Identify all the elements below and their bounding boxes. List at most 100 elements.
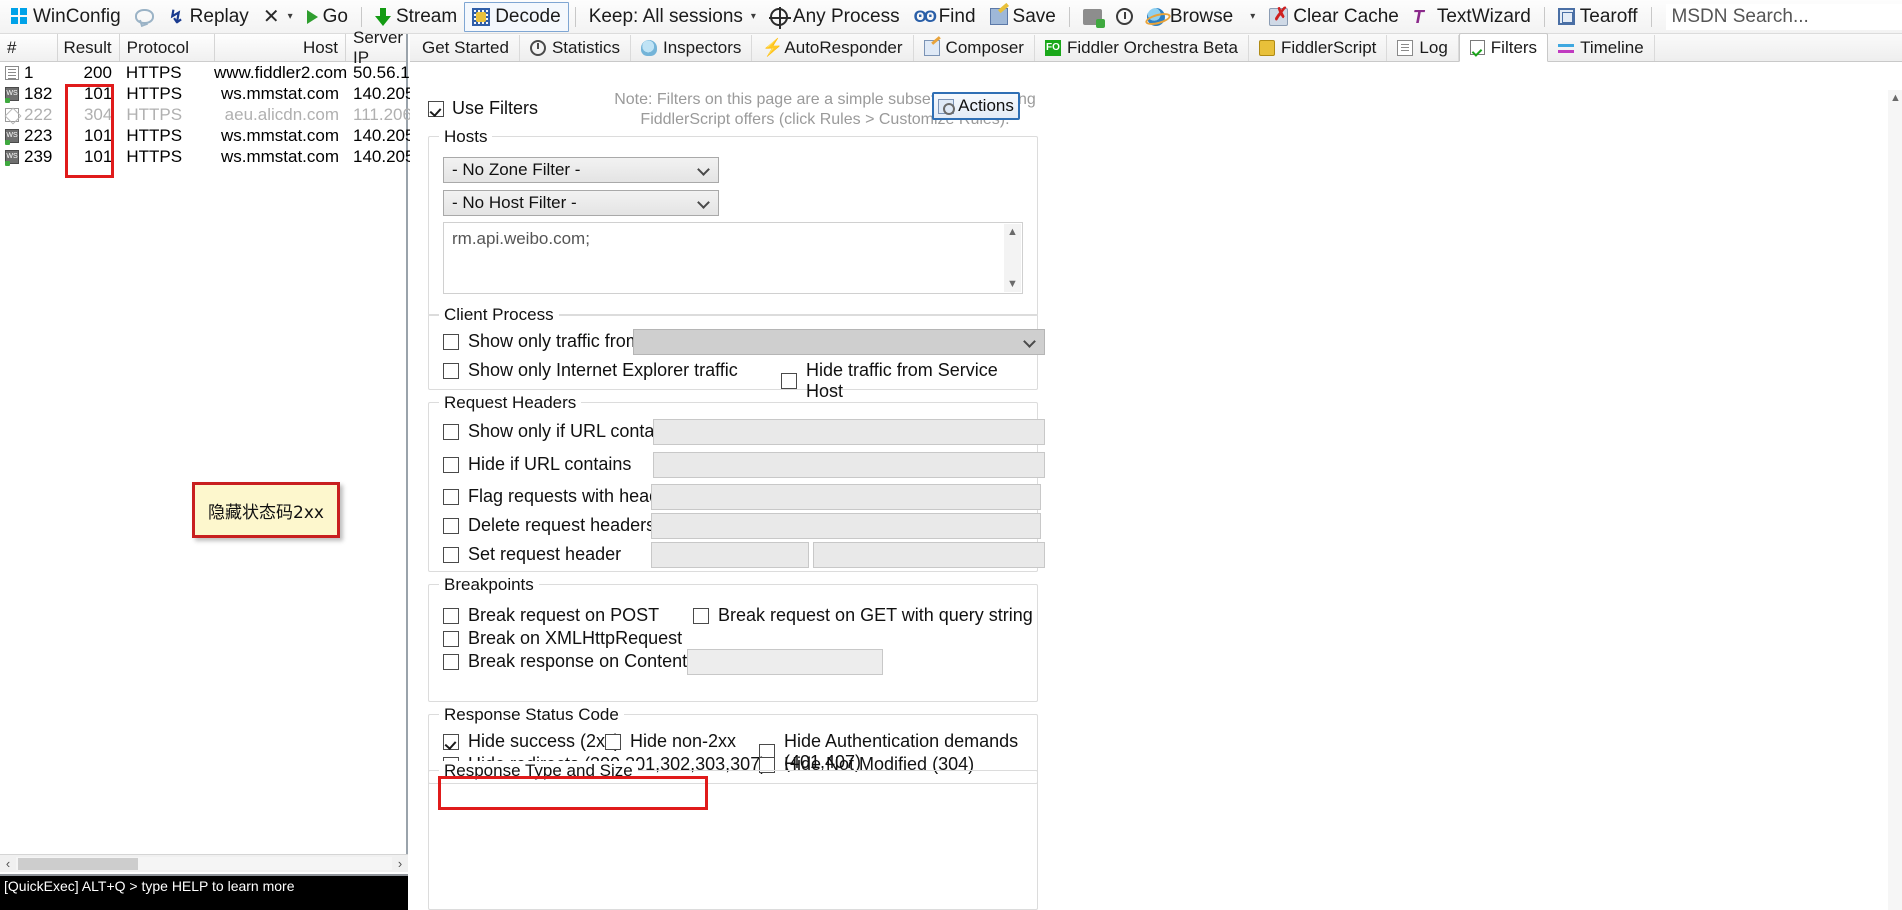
table-row[interactable]: WS 223 101 HTTPS ws.mmstat.com 140.205. <box>0 125 419 146</box>
host-list-scrollbar[interactable]: ▲ ▼ <box>1004 224 1021 292</box>
break-request-on-post-checkbox[interactable] <box>443 607 459 624</box>
any-process-button[interactable]: Any Process <box>763 2 907 32</box>
delete-request-headers-input[interactable] <box>651 513 1041 539</box>
table-row[interactable]: 1 200 HTTPS www.fiddler2.com 50.56.19. <box>0 62 424 83</box>
decode-button[interactable]: Decode <box>464 1 569 32</box>
show-only-ie-traffic-row[interactable]: Show only Internet Explorer traffic <box>443 360 738 381</box>
quickexec-hint: [QuickExec] ALT+Q > type HELP to learn m… <box>4 878 295 894</box>
flag-requests-with-headers-input[interactable] <box>651 484 1041 510</box>
screenshot-button[interactable] <box>1076 2 1109 32</box>
tab-autoresponder[interactable]: ⚡ AutoResponder <box>752 35 914 61</box>
hide-if-url-contains-row[interactable]: Hide if URL contains <box>443 454 631 475</box>
table-row[interactable]: WS 239 101 HTTPS ws.mmstat.com 140.205. <box>0 146 420 167</box>
set-request-header-row[interactable]: Set request header <box>443 544 621 565</box>
use-filters-checkbox[interactable] <box>428 100 444 117</box>
find-button[interactable]: ʘʘ Find <box>907 2 983 32</box>
winconfig-button[interactable]: WinConfig <box>4 2 128 32</box>
scroll-left-arrow-icon[interactable]: ‹ <box>0 856 16 871</box>
tab-composer[interactable]: Composer <box>914 35 1035 61</box>
column-header-result[interactable]: Result <box>58 34 120 61</box>
sessions-horizontal-scrollbar[interactable]: ‹ › <box>0 854 408 872</box>
hide-if-url-contains-checkbox[interactable] <box>443 456 459 473</box>
show-only-traffic-from-row[interactable]: Show only traffic from <box>443 331 641 352</box>
tab-inspectors[interactable]: Inspectors <box>631 35 753 61</box>
scroll-up-arrow-icon[interactable]: ▲ <box>1007 226 1018 238</box>
show-only-url-contains-input[interactable] <box>653 419 1045 445</box>
scrollbar-thumb[interactable] <box>18 858 138 870</box>
break-request-on-get-query-row[interactable]: Break request on GET with query string <box>693 605 1033 626</box>
column-header-server-ip[interactable]: Server IP <box>346 28 406 67</box>
hide-non-2xx-checkbox[interactable] <box>605 733 621 750</box>
break-request-on-get-query-checkbox[interactable] <box>693 607 709 624</box>
use-filters-row[interactable]: Use Filters <box>428 98 538 119</box>
host-list-textarea[interactable]: rm.api.weibo.com; ▲ ▼ <box>443 222 1023 294</box>
column-header-host[interactable]: Host <box>215 34 346 61</box>
column-header-number[interactable]: # <box>0 34 58 61</box>
table-row[interactable]: 222 304 HTTPS aeu.alicdn.com 111.206. <box>0 104 417 125</box>
delete-request-headers-row[interactable]: Delete request headers <box>443 515 655 536</box>
go-button[interactable]: Go <box>300 2 355 32</box>
session-number-cell: WS 239 <box>0 147 58 167</box>
tab-get-started[interactable]: Get Started <box>412 35 520 61</box>
comment-button[interactable] <box>128 2 161 32</box>
break-on-xhr-checkbox[interactable] <box>443 630 459 647</box>
remove-sessions-button[interactable]: ✕ ▾ <box>256 2 300 32</box>
clear-cache-button[interactable]: Clear Cache <box>1262 2 1406 32</box>
break-response-on-content-type-checkbox[interactable] <box>443 653 459 670</box>
set-request-header-checkbox[interactable] <box>443 546 459 563</box>
hide-success-2xx-row[interactable]: Hide success (2xx) <box>443 731 620 752</box>
hide-service-host-row[interactable]: Hide traffic from Service Host <box>781 360 1037 402</box>
client-process-group: Client Process Show only traffic from Sh… <box>428 305 1045 401</box>
tab-label: Composer <box>945 38 1024 57</box>
quickexec-box[interactable]: [QuickExec] ALT+Q > type HELP to learn m… <box>0 874 408 910</box>
tab-statistics[interactable]: Statistics <box>520 35 631 61</box>
tearoff-button[interactable]: Tearoff <box>1551 2 1645 32</box>
browse-dropdown[interactable]: ▾ <box>1240 2 1262 32</box>
scroll-right-arrow-icon[interactable]: › <box>392 856 408 871</box>
internet-explorer-icon <box>1146 7 1165 26</box>
show-only-ie-traffic-checkbox[interactable] <box>443 362 459 379</box>
go-label: Go <box>322 5 348 27</box>
session-server-ip: 140.205. <box>353 146 420 166</box>
table-row[interactable]: WS 182 101 HTTPS ws.mmstat.com 140.205. <box>0 83 419 104</box>
sessions-list[interactable]: # Result Protocol Host Server IP 1 200 H… <box>0 28 424 870</box>
keep-sessions-dropdown[interactable]: Keep: All sessions ▾ <box>582 2 763 32</box>
flag-requests-with-headers-checkbox[interactable] <box>443 488 459 505</box>
set-request-header-name-input[interactable] <box>651 542 809 568</box>
flag-requests-with-headers-row[interactable]: Flag requests with headers <box>443 486 684 507</box>
hide-service-host-checkbox[interactable] <box>781 373 797 389</box>
hide-non-2xx-row[interactable]: Hide non-2xx <box>605 731 736 752</box>
set-request-header-value-input[interactable] <box>813 542 1045 568</box>
browse-button[interactable]: Browse <box>1140 2 1240 32</box>
timer-button[interactable] <box>1109 2 1140 32</box>
break-request-on-post-row[interactable]: Break request on POST <box>443 605 659 626</box>
panel-vertical-scrollbar[interactable]: ▲ <box>1888 90 1902 910</box>
scroll-up-arrow-icon[interactable]: ▲ <box>1890 92 1901 104</box>
tab-filters[interactable]: Filters <box>1458 33 1549 62</box>
actions-button[interactable]: Actions <box>932 92 1020 120</box>
client-process-dropdown[interactable] <box>633 329 1045 355</box>
hide-if-url-contains-input[interactable] <box>653 452 1045 478</box>
host-filter-dropdown[interactable]: - No Host Filter - <box>443 190 719 216</box>
break-content-type-input[interactable] <box>687 649 883 675</box>
replay-button[interactable]: ↯ Replay <box>161 2 256 32</box>
break-on-xhr-row[interactable]: Break on XMLHttpRequest <box>443 628 682 649</box>
save-button[interactable]: Save <box>983 2 1063 32</box>
tab-fiddlerscript[interactable]: FiddlerScript <box>1249 35 1388 61</box>
hide-success-2xx-checkbox[interactable] <box>443 733 459 750</box>
column-header-protocol[interactable]: Protocol <box>120 34 215 61</box>
session-host: www.fiddler2.com <box>214 62 348 82</box>
tab-fiddler-orchestra[interactable]: FO Fiddler Orchestra Beta <box>1035 35 1249 61</box>
delete-request-headers-checkbox[interactable] <box>443 517 459 534</box>
textwizard-button[interactable]: T TextWizard <box>1406 2 1538 32</box>
stream-icon <box>374 7 391 26</box>
comment-bubble-icon <box>134 9 154 24</box>
msdn-search-input[interactable]: MSDN Search... <box>1665 3 1902 30</box>
show-only-traffic-from-checkbox[interactable] <box>443 333 459 350</box>
scroll-down-arrow-icon[interactable]: ▼ <box>1007 278 1018 290</box>
tab-timeline[interactable]: Timeline <box>1548 35 1655 61</box>
tab-log[interactable]: Log <box>1387 35 1459 61</box>
show-only-url-contains-checkbox[interactable] <box>443 423 459 440</box>
show-only-url-contains-row[interactable]: Show only if URL contains <box>443 421 677 442</box>
zone-filter-dropdown[interactable]: - No Zone Filter - <box>443 157 719 183</box>
